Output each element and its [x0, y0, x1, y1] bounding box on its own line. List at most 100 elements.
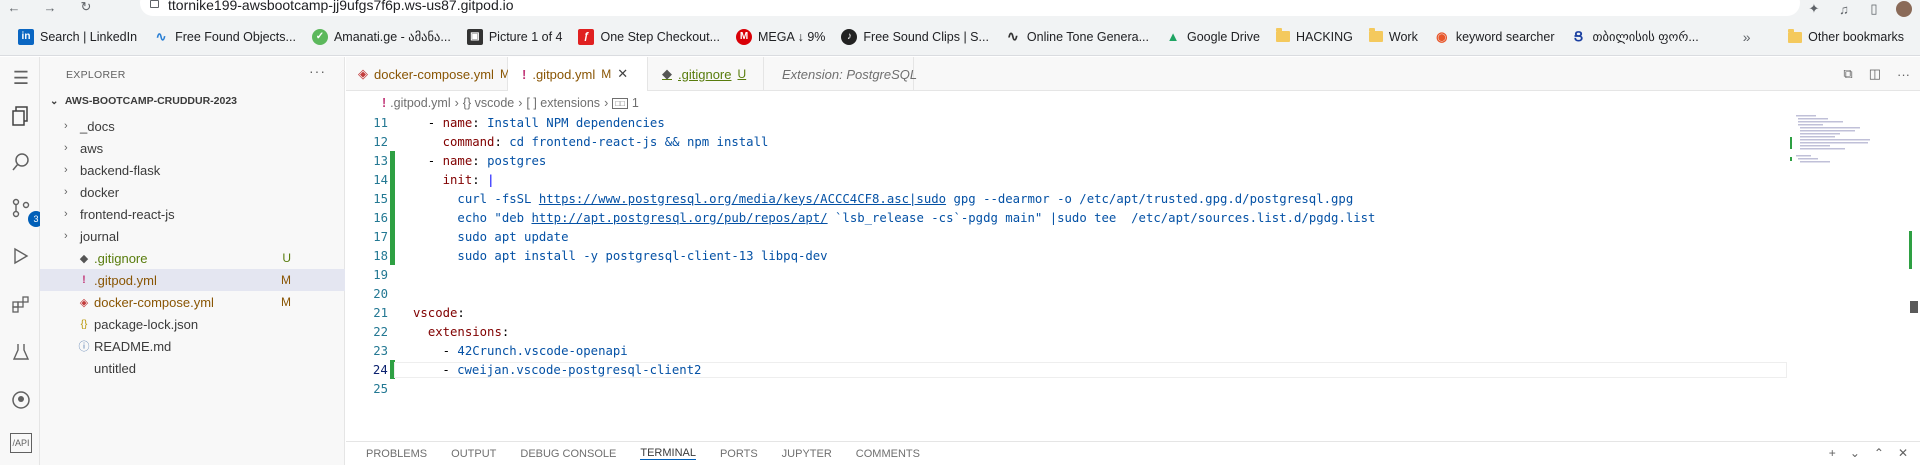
- tab-ports[interactable]: PORTS: [720, 448, 758, 460]
- tab-jupyter[interactable]: JUPYTER: [782, 448, 832, 460]
- compare-changes-icon[interactable]: ⧉: [1843, 66, 1852, 82]
- source-control-icon[interactable]: 3: [8, 195, 44, 227]
- gutter: [390, 265, 395, 284]
- sound-wave-icon: ∿: [155, 28, 167, 44]
- tab-gitignore[interactable]: ◆ .gitignore U: [648, 57, 764, 91]
- tree-item-file[interactable]: untitled: [40, 357, 345, 379]
- code-text: command: cd frontend-react-js && npm ins…: [442, 134, 769, 149]
- tree-item-folder[interactable]: › _docs: [40, 115, 345, 137]
- code-editor[interactable]: 11 - name: Install NPM dependencies 12 c…: [346, 113, 1788, 398]
- tree-item-label: package-lock.json: [94, 316, 199, 332]
- extensions-icon[interactable]: ✦: [1806, 1, 1822, 16]
- search-icon[interactable]: [8, 149, 34, 175]
- breadcrumb-item[interactable]: {} vscode: [463, 96, 514, 110]
- chevron-right-icon: ›: [64, 142, 68, 154]
- run-debug-icon[interactable]: [8, 243, 34, 269]
- sidepanel-icon[interactable]: ▯: [1866, 1, 1882, 16]
- bookmark-label: Other bookmarks: [1808, 30, 1904, 44]
- tab-problems[interactable]: PROBLEMS: [366, 448, 427, 460]
- line-number: 13: [373, 153, 388, 168]
- bookmark-google-drive[interactable]: ▲ Google Drive: [1157, 23, 1268, 51]
- more-actions-icon[interactable]: ···: [1897, 67, 1910, 82]
- tree-item-folder[interactable]: › journal: [40, 225, 345, 247]
- profile-avatar[interactable]: [1896, 1, 1912, 17]
- breadcrumb-item[interactable]: [ ] extensions: [526, 96, 600, 110]
- bookmark-checkout[interactable]: ƒ One Step Checkout...: [570, 23, 728, 51]
- bookmark-picture[interactable]: ▣ Picture 1 of 4: [459, 23, 571, 51]
- tree-item-file[interactable]: ◈ docker-compose.yml M: [40, 291, 345, 313]
- forward-arrow-icon[interactable]: →: [42, 0, 58, 15]
- tab-extension-postgresql[interactable]: Extension: PostgreSQL: [764, 57, 917, 91]
- breadcrumb-item[interactable]: 1: [632, 96, 639, 110]
- reload-icon[interactable]: ↻: [78, 0, 94, 14]
- minimap[interactable]: [1786, 113, 1886, 403]
- tab-output[interactable]: OUTPUT: [451, 448, 496, 460]
- code-line: 14 init: |: [346, 170, 1786, 189]
- tree-item-file[interactable]: ⓘ README.md: [40, 335, 345, 357]
- media-icon[interactable]: ♫: [1836, 2, 1852, 17]
- github-icon[interactable]: [8, 387, 34, 413]
- tree-item-folder[interactable]: › frontend-react-js: [40, 203, 345, 225]
- chevron-right-icon: ›: [64, 164, 68, 176]
- tab-debug-console[interactable]: DEBUG CONSOLE: [520, 448, 616, 460]
- split-editor-icon[interactable]: ◫: [1869, 66, 1881, 82]
- keyword-icon: ◉: [1436, 28, 1448, 44]
- extensions-icon[interactable]: [8, 291, 34, 317]
- bookmark-hacking[interactable]: HACKING: [1268, 23, 1361, 51]
- chevron-down-icon[interactable]: ⌄: [1850, 446, 1860, 460]
- bookmark-sound-clips[interactable]: ♪ Free Sound Clips | S...: [833, 23, 997, 51]
- code-line: 23 - 42Crunch.vscode-openapi: [346, 341, 1786, 360]
- tab-label: .gitpod.yml: [532, 66, 596, 82]
- files-icon[interactable]: [8, 103, 34, 129]
- bookmark-label: Work: [1388, 29, 1418, 44]
- tree-item-folder[interactable]: › aws: [40, 137, 345, 159]
- tab-docker-compose[interactable]: ◈ docker-compose.yml M: [346, 57, 510, 91]
- tab-gitpod-yml[interactable]: ! .gitpod.yml M ✕: [508, 57, 648, 91]
- more-bookmarks-icon[interactable]: »: [1743, 29, 1751, 45]
- bookmark-mega[interactable]: M MEGA ↓ 9%: [728, 23, 833, 51]
- tree-item-label: .gitignore: [94, 250, 148, 266]
- chevron-right-icon: ›: [64, 186, 68, 198]
- workspace-root[interactable]: ⌄ AWS-BOOTCAMP-CRUDDUR-2023: [50, 95, 237, 107]
- code-text: init: |: [442, 172, 495, 187]
- breadcrumb-item[interactable]: .gitpod.yml: [390, 96, 450, 110]
- tree-item-file[interactable]: ! .gitpod.yml M: [40, 269, 345, 291]
- bookmark-keyword[interactable]: ◉ keyword searcher: [1426, 23, 1563, 51]
- tab-comments[interactable]: COMMENTS: [856, 448, 920, 460]
- bookmark-linkedin[interactable]: in Search | LinkedIn: [10, 23, 145, 51]
- add-terminal-icon[interactable]: +: [1829, 446, 1836, 460]
- git-status-badge: M: [281, 273, 291, 287]
- code-line: 25: [346, 379, 1786, 398]
- tab-terminal[interactable]: TERMINAL: [640, 447, 696, 460]
- close-icon[interactable]: ✕: [1898, 446, 1908, 460]
- tree-item-folder[interactable]: › backend-flask: [40, 159, 345, 181]
- gutter: [390, 379, 395, 398]
- tree-item-label: docker: [80, 184, 120, 200]
- bookmark-work[interactable]: Work: [1361, 23, 1426, 51]
- tree-item-file[interactable]: ◆ .gitignore U: [40, 247, 345, 269]
- tree-item-file[interactable]: {} package-lock.json: [40, 313, 345, 335]
- testing-flask-icon[interactable]: [8, 339, 34, 365]
- bookmark-amanati[interactable]: ✓ Amanati.ge - ამანა...: [304, 23, 459, 51]
- api-icon[interactable]: /API: [10, 433, 32, 453]
- bookmarks-bar: in Search | LinkedIn ∿ Free Found Objects.…: [0, 18, 1920, 56]
- lock-icon: [150, 0, 159, 8]
- bookmark-tone-gen[interactable]: ∿ Online Tone Genera...: [997, 23, 1157, 51]
- bookmark-tbilisi[interactable]: Ցთბილისის ფორ...: [1563, 23, 1707, 51]
- other-bookmarks[interactable]: Other bookmarks: [1780, 23, 1912, 51]
- info-file-icon: ⓘ: [78, 341, 90, 353]
- folder-icon: [1275, 28, 1290, 42]
- g-logo-icon: Ց: [1573, 28, 1584, 44]
- address-bar[interactable]: ttornike199-awsbootcamp-jj9ufgs7f6p.ws-u…: [140, 0, 1800, 16]
- menu-icon[interactable]: ☰: [8, 65, 34, 91]
- chevron-up-icon[interactable]: ⌃: [1874, 446, 1884, 460]
- line-number: 15: [373, 191, 388, 206]
- bookmark-free-found[interactable]: ∿ Free Found Objects...: [145, 23, 304, 51]
- bookmark-label: MEGA ↓ 9%: [758, 29, 826, 44]
- back-arrow-icon[interactable]: ←: [6, 0, 22, 15]
- more-actions-icon[interactable]: ···: [309, 63, 326, 79]
- workspace-root-label: AWS-BOOTCAMP-CRUDDUR-2023: [64, 95, 238, 107]
- clipboard-icon: ▣: [466, 28, 483, 45]
- close-icon[interactable]: ✕: [617, 66, 628, 82]
- tree-item-folder[interactable]: › docker: [40, 181, 345, 203]
